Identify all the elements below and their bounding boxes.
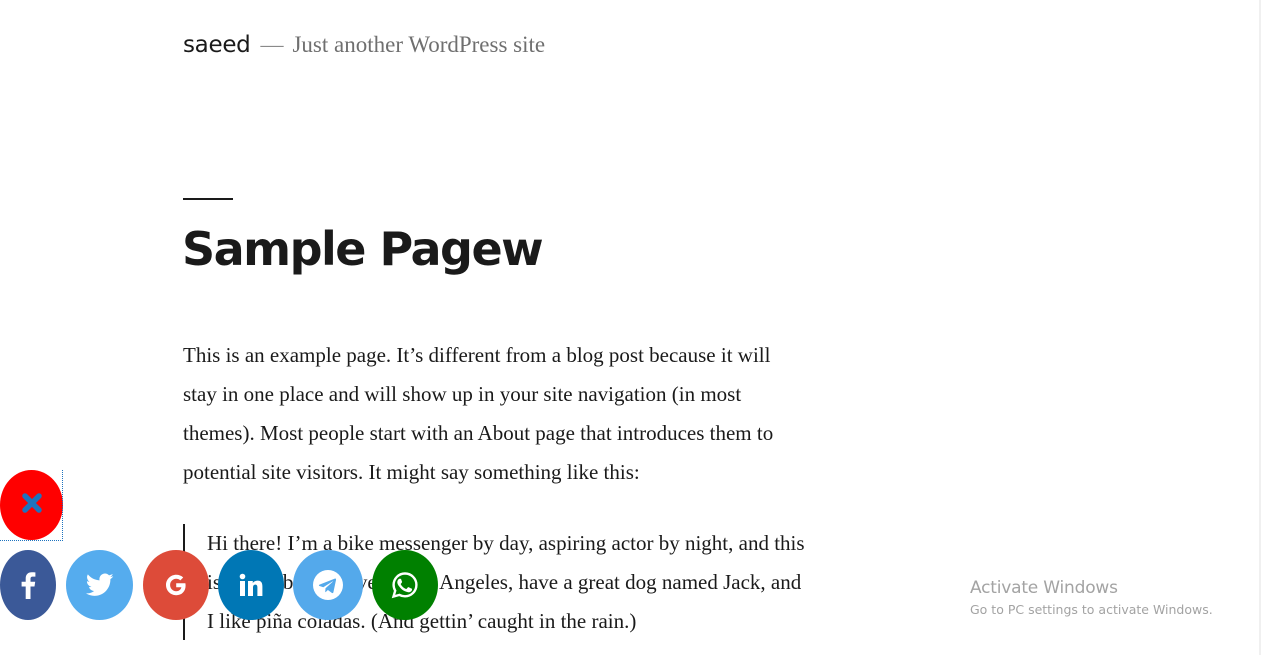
twitter-share-button[interactable] — [66, 550, 133, 620]
linkedin-icon — [238, 572, 264, 598]
watermark-subtitle: Go to PC settings to activate Windows. — [970, 602, 1213, 617]
close-icon — [21, 492, 43, 519]
facebook-icon — [20, 571, 36, 599]
telegram-icon — [312, 569, 344, 601]
google-icon — [163, 572, 189, 598]
facebook-share-button[interactable] — [0, 550, 56, 620]
whatsapp-share-button[interactable] — [372, 550, 438, 620]
linkedin-share-button[interactable] — [218, 550, 284, 620]
twitter-icon — [85, 573, 114, 597]
site-header: saeed — Just another WordPress site — [183, 32, 545, 58]
site-description: Just another WordPress site — [292, 32, 546, 57]
page-intro-paragraph: This is an example page. It’s different … — [183, 343, 774, 484]
share-close-button[interactable] — [0, 470, 63, 540]
activate-windows-watermark: Activate Windows Go to PC settings to ac… — [970, 578, 1213, 617]
watermark-title: Activate Windows — [970, 578, 1118, 598]
title-separator: — — [260, 32, 284, 57]
google-share-button[interactable] — [143, 550, 209, 620]
site-title[interactable]: saeed — [183, 32, 251, 58]
whatsapp-icon — [391, 571, 419, 599]
page-title: Sample Pagew — [182, 222, 544, 276]
telegram-share-button[interactable] — [293, 550, 363, 620]
title-divider — [183, 198, 233, 200]
